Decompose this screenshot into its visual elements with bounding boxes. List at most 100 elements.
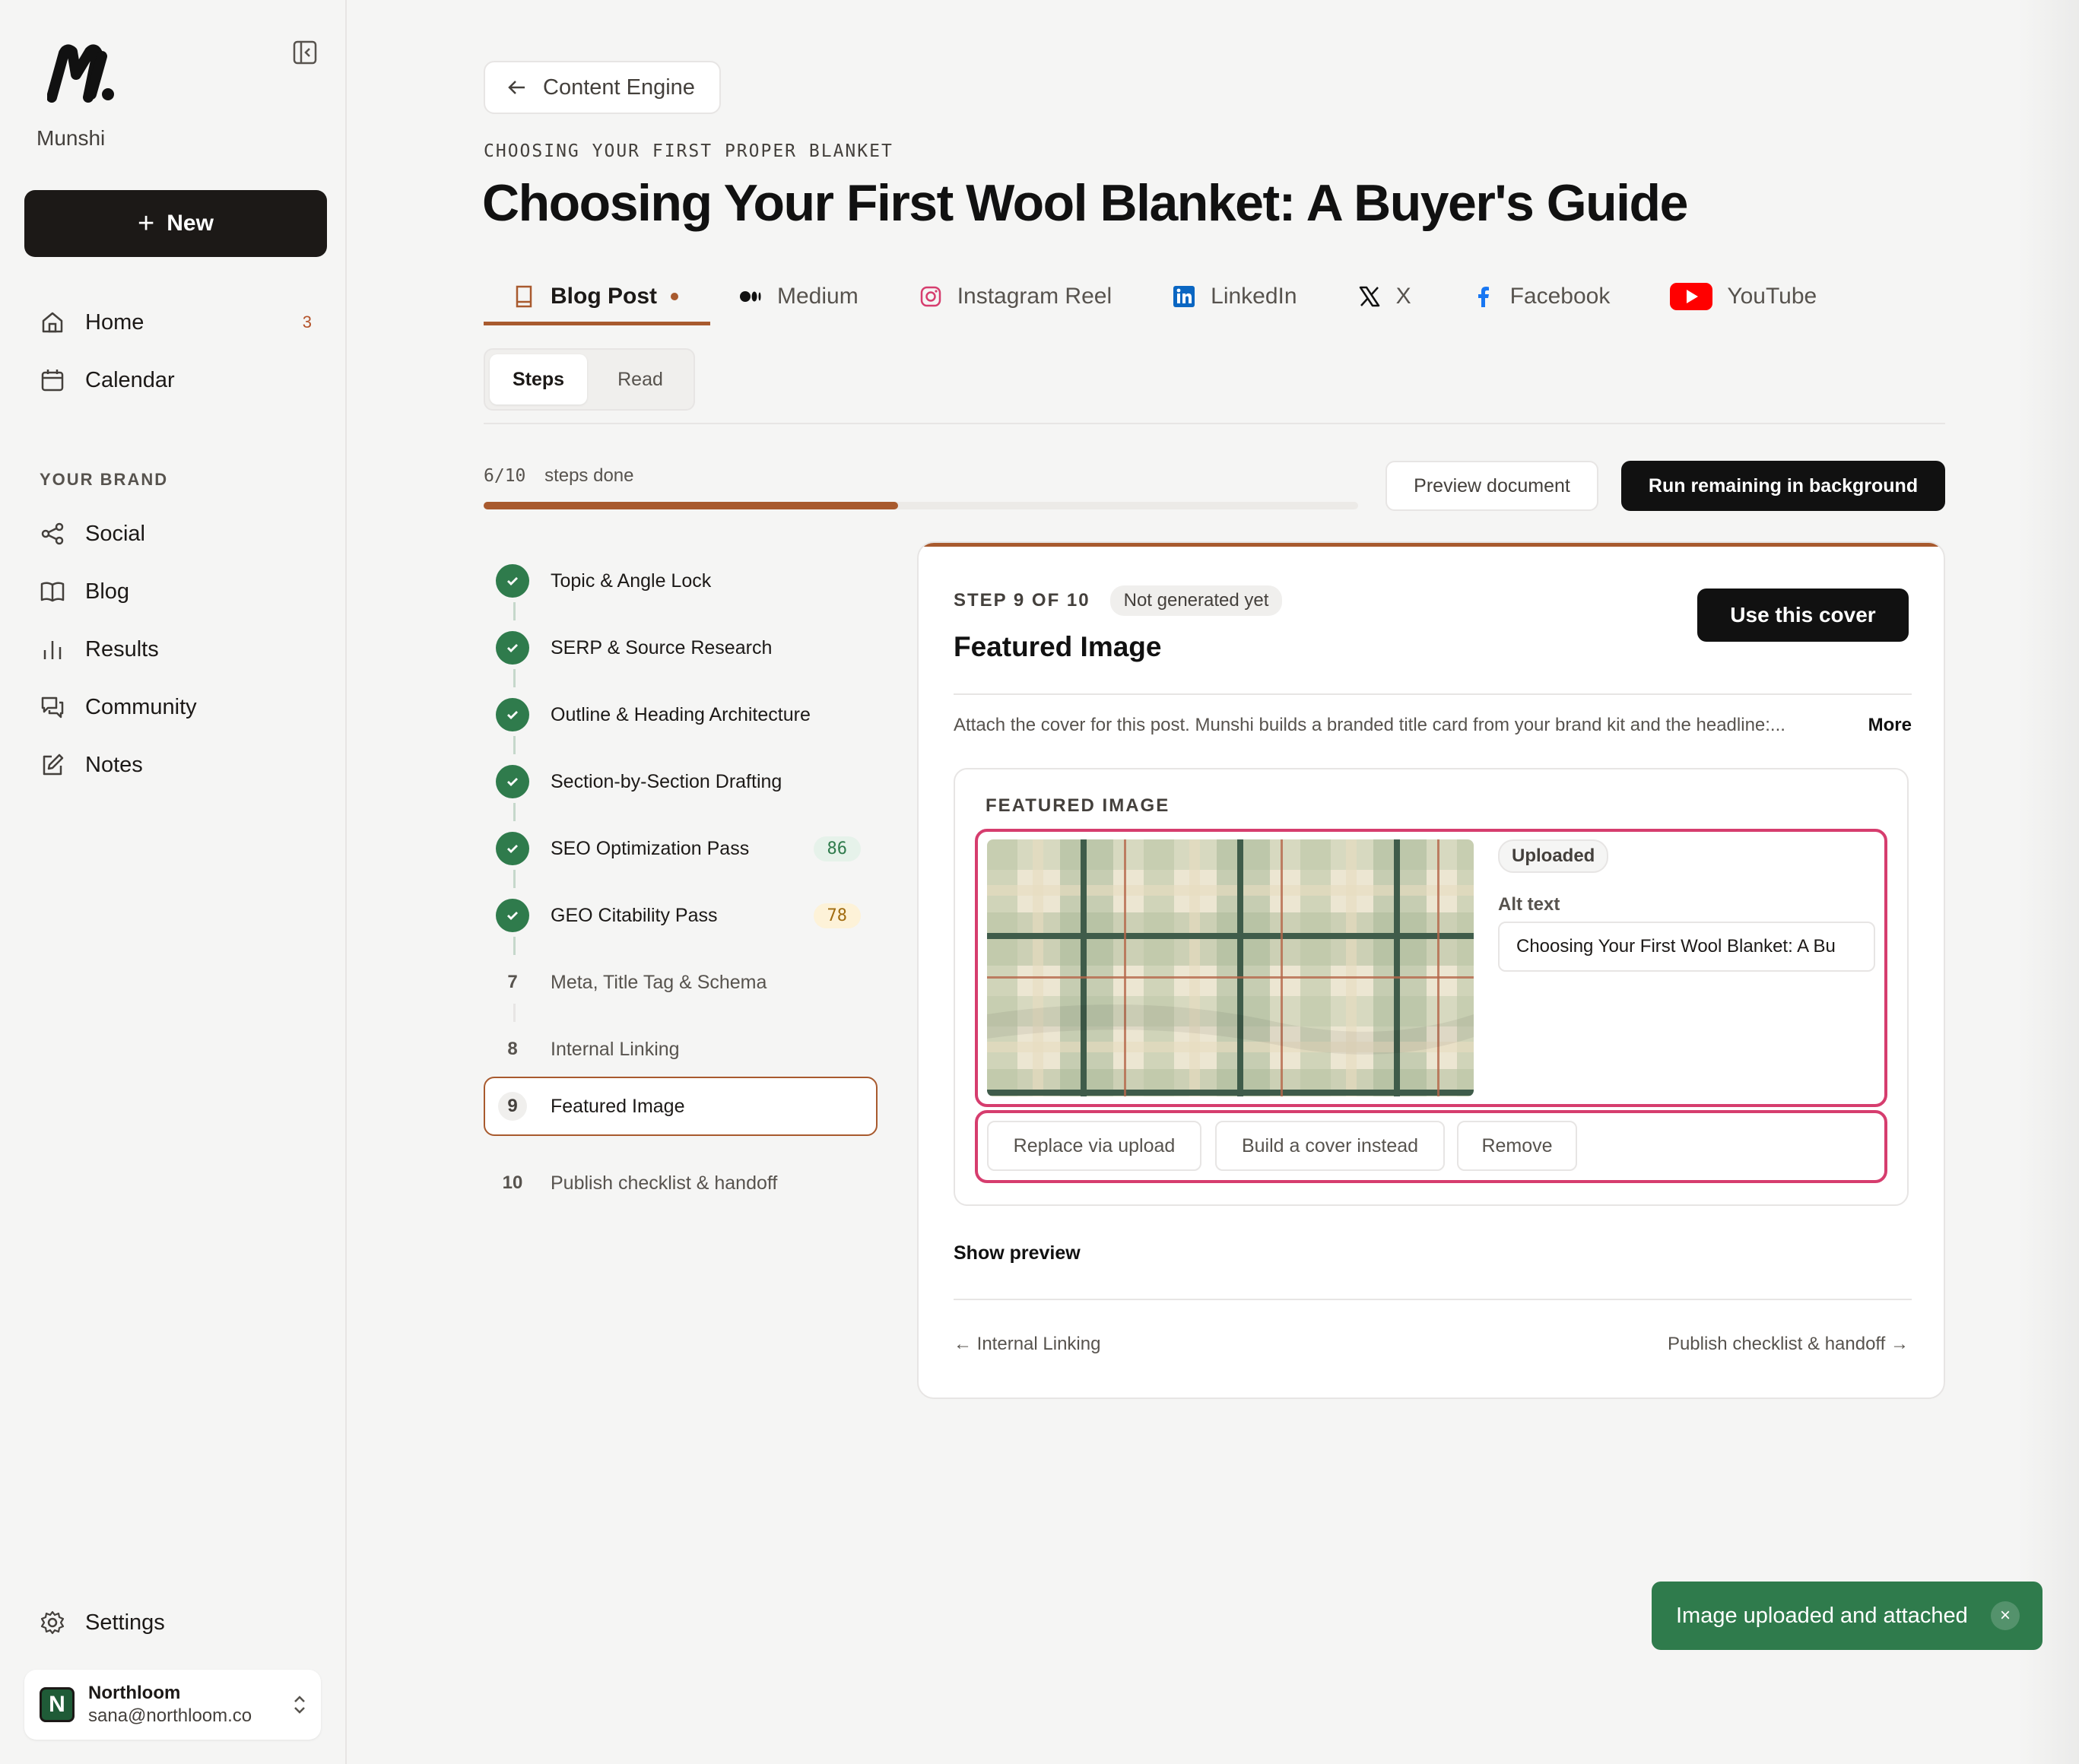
step-number: 8 [507, 1039, 518, 1059]
unsaved-dot [671, 293, 678, 300]
step-item[interactable]: GEO Citability Pass 78 [488, 885, 884, 946]
tab-instagram-reel[interactable]: Instagram Reel [890, 269, 1144, 324]
sidebar-item-results[interactable]: Results [24, 625, 327, 674]
step-item-current[interactable]: 9 Featured Image [484, 1077, 878, 1136]
sidebar-item-community[interactable]: Community [24, 683, 327, 731]
calendar-icon [41, 370, 64, 392]
sidebar-item-social[interactable]: Social [24, 509, 327, 558]
section-label: YOUR BRAND [40, 470, 169, 489]
status-badge: Not generated yet [1109, 585, 1283, 616]
step-meta: STEP 9 OF 10 Not generated yet [954, 585, 1283, 616]
tab-blog-post[interactable]: Blog Post [484, 269, 710, 325]
previous-step-link[interactable]: ← Internal Linking [954, 1334, 1100, 1355]
alt-text-input[interactable] [1498, 922, 1875, 972]
sidebar-item-calendar[interactable]: Calendar [24, 356, 327, 405]
description-text: Attach the cover for this post. Munshi b… [954, 715, 1785, 735]
progress-count: 6/10 [484, 466, 526, 486]
run-remaining-button[interactable]: Run remaining in background [1621, 461, 1945, 511]
tab-youtube[interactable]: YouTube [1642, 269, 1849, 324]
step-title: Featured Image [954, 631, 1162, 662]
progress-label: 6/10 steps done [484, 465, 633, 487]
divider [954, 1299, 1912, 1300]
account-switcher[interactable]: N Northloom sana@northloom.co [24, 1670, 321, 1740]
gear-icon [40, 1610, 65, 1635]
tab-label: Facebook [1509, 284, 1611, 309]
next-step-link[interactable]: Publish checklist & handoff → [1668, 1334, 1909, 1355]
build-cover-button[interactable]: Build a cover instead [1215, 1121, 1445, 1171]
account-email: sana@northloom.co [88, 1705, 252, 1726]
sidebar-item-home[interactable]: Home 3 [24, 298, 327, 347]
step-item[interactable]: 7 Meta, Title Tag & Schema [488, 952, 884, 1013]
back-button[interactable]: Content Engine [484, 61, 721, 114]
step-label: Section-by-Section Drafting [551, 770, 782, 792]
sidebar-item-label: Social [85, 521, 145, 546]
step-item[interactable]: SERP & Source Research [488, 617, 884, 678]
new-button[interactable]: + New [24, 190, 327, 257]
use-this-cover-button[interactable]: Use this cover [1697, 589, 1909, 642]
featured-image-panel: FEATURED IMAGE Uploaded Alt text Choosin… [954, 768, 1909, 1206]
sidebar-item-blog[interactable]: Blog [24, 567, 327, 616]
sidebar-item-label: Calendar [85, 367, 175, 392]
step-number: 7 [507, 972, 518, 992]
chevron-updown-icon [294, 1696, 305, 1714]
step-item[interactable]: 10 Publish checklist & handoff [488, 1153, 884, 1214]
edge-shadow [2018, 0, 2079, 1764]
toast-notification: Image uploaded and attached × [1652, 1582, 2042, 1650]
sidebar-item-settings[interactable]: Settings [24, 1598, 327, 1647]
brand-name: Munshi [37, 126, 106, 150]
step-item[interactable]: Topic & Angle Lock [488, 550, 884, 611]
featured-image-thumbnail[interactable] [987, 839, 1474, 1096]
main-content: Content Engine CHOOSING YOUR FIRST PROPE… [347, 0, 2079, 1764]
remove-button[interactable]: Remove [1457, 1121, 1577, 1171]
progress-text: steps done [544, 465, 634, 486]
step-item[interactable]: Outline & Heading Architecture [488, 684, 884, 745]
progress-bar [484, 502, 1358, 509]
step-label: GEO Citability Pass [551, 904, 718, 926]
bar-chart-icon [43, 641, 62, 659]
divider [484, 423, 1945, 424]
toggle-read[interactable]: Read [592, 354, 689, 405]
step-label: Featured Image [551, 1095, 685, 1117]
tab-label: LinkedIn [1211, 284, 1297, 309]
collapse-sidebar-icon[interactable] [292, 40, 318, 65]
page-title: Choosing Your First Wool Blanket: A Buye… [482, 174, 1688, 232]
step-item[interactable]: 8 Internal Linking [488, 1019, 884, 1080]
replace-upload-button[interactable]: Replace via upload [987, 1121, 1201, 1171]
step-counter: STEP 9 OF 10 [954, 590, 1090, 611]
step-label: Internal Linking [551, 1038, 680, 1060]
check-icon [496, 631, 529, 665]
sidebar-item-notes[interactable]: Notes [24, 741, 327, 789]
check-icon [496, 899, 529, 932]
check-icon [496, 832, 529, 865]
step-number: 10 [502, 1172, 523, 1193]
step-description: Attach the cover for this post. Munshi b… [954, 715, 1912, 736]
back-button-label: Content Engine [543, 75, 695, 100]
x-icon [1359, 286, 1379, 307]
step-item[interactable]: SEO Optimization Pass 86 [488, 818, 884, 879]
sidebar-item-label: Notes [85, 752, 143, 777]
uploaded-badge: Uploaded [1498, 839, 1609, 873]
more-link[interactable]: More [1868, 715, 1912, 736]
tab-facebook[interactable]: Facebook [1443, 269, 1643, 324]
show-preview-toggle[interactable]: Show preview [954, 1242, 1081, 1264]
channel-tabs: Blog Post Medium Instagram Reel LinkedIn… [484, 269, 1849, 325]
tab-x[interactable]: X [1329, 269, 1443, 324]
check-icon [496, 564, 529, 598]
tab-label: Medium [777, 284, 859, 309]
tab-medium[interactable]: Medium [710, 269, 890, 324]
step-label: Topic & Angle Lock [551, 569, 712, 592]
preview-document-button[interactable]: Preview document [1385, 461, 1598, 511]
plus-icon: + [138, 208, 155, 240]
facebook-icon [1478, 287, 1489, 307]
arrow-left-icon [508, 81, 525, 94]
toggle-steps[interactable]: Steps [490, 354, 587, 405]
avatar: N [40, 1687, 75, 1722]
sidebar-item-label: Community [85, 694, 197, 719]
munshi-logo[interactable] [47, 44, 116, 105]
tab-linkedin[interactable]: LinkedIn [1144, 269, 1328, 324]
step-item[interactable]: Section-by-Section Drafting [488, 751, 884, 812]
close-icon[interactable]: × [1991, 1601, 2020, 1630]
progress-fill [484, 502, 899, 509]
toast-message: Image uploaded and attached [1676, 1603, 1968, 1628]
page-eyebrow: CHOOSING YOUR FIRST PROPER BLANKET [484, 141, 893, 161]
